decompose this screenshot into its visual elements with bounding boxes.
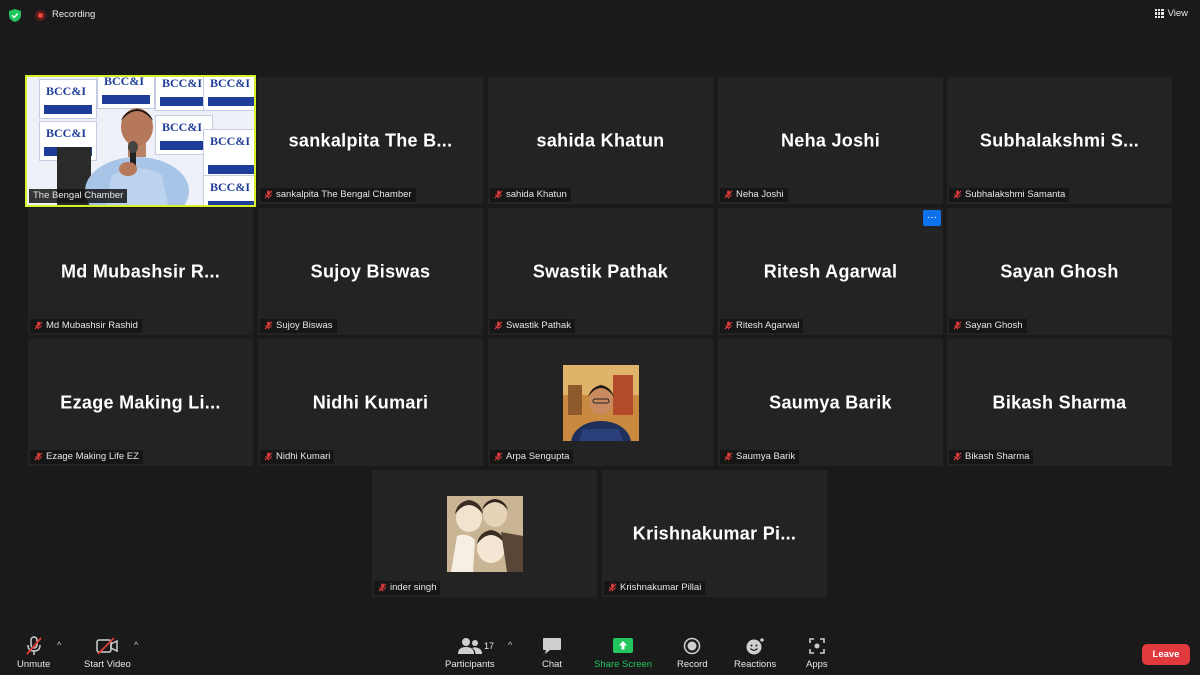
muted-mic-icon bbox=[494, 321, 503, 330]
share-screen-label: Share Screen bbox=[594, 659, 653, 670]
record-icon bbox=[684, 637, 701, 655]
participant-display-name: sankalpita The B... bbox=[288, 130, 453, 150]
record-label: Record bbox=[677, 659, 708, 670]
muted-mic-icon bbox=[34, 321, 43, 330]
reactions-button[interactable]: Reactions bbox=[734, 636, 776, 670]
participant-display-name: Subhalakshmi S... bbox=[979, 130, 1140, 150]
participant-display-name: Krishnakumar Pi... bbox=[632, 523, 797, 543]
meeting-toolbar: Unmute ^ Start Video ^ Participants 17 ^ bbox=[0, 630, 1200, 675]
muted-mic-icon bbox=[953, 321, 962, 330]
participant-tile[interactable]: Swastik Pathak Swastik Pathak bbox=[488, 208, 713, 335]
muted-mic-icon bbox=[378, 583, 387, 592]
chat-icon bbox=[543, 638, 562, 654]
reactions-label: Reactions bbox=[734, 659, 777, 670]
gallery-view: BCC&I BCC&I BCC&I BCC&I BCC&I BCC&I BCC&… bbox=[0, 0, 1200, 620]
share-screen-button[interactable]: Share Screen bbox=[594, 636, 652, 670]
video-off-icon bbox=[96, 637, 119, 655]
participant-display-name: Sayan Ghosh bbox=[1000, 261, 1119, 281]
participant-name-label: Md Mubashsir Rashid bbox=[30, 319, 142, 333]
muted-mic-icon bbox=[34, 452, 43, 461]
participant-display-name: Nidhi Kumari bbox=[312, 392, 429, 412]
participant-tile[interactable]: Md Mubashsir R... Md Mubashsir Rashid bbox=[28, 208, 253, 335]
participant-name-label: Ritesh Agarwal bbox=[720, 319, 804, 333]
muted-mic-icon bbox=[264, 452, 273, 461]
participant-tile[interactable]: inder singh bbox=[372, 470, 597, 597]
participant-name-label: sahida Khatun bbox=[490, 188, 571, 202]
participants-icon bbox=[457, 638, 482, 654]
muted-mic-icon bbox=[608, 583, 617, 592]
profile-photo bbox=[562, 364, 639, 441]
participant-name-label: Bikash Sharma bbox=[949, 450, 1034, 464]
participant-name-label: sankalpita The Bengal Chamber bbox=[260, 188, 416, 202]
participant-tile[interactable]: Ezage Making Li... Ezage Making Life EZ bbox=[28, 339, 253, 466]
participants-options-chevron-icon[interactable]: ^ bbox=[508, 640, 512, 650]
chat-button[interactable]: Chat bbox=[542, 636, 562, 670]
participant-tile[interactable]: sahida Khatun sahida Khatun bbox=[488, 77, 713, 204]
unmute-label: Unmute bbox=[17, 659, 51, 670]
participant-tile[interactable]: Nidhi Kumari Nidhi Kumari bbox=[258, 339, 483, 466]
muted-mic-icon bbox=[724, 190, 733, 199]
participant-name-label: Saumya Barik bbox=[720, 450, 800, 464]
participants-label: Participants bbox=[445, 659, 495, 670]
record-button[interactable]: Record bbox=[677, 636, 708, 670]
leave-button[interactable]: Leave bbox=[1142, 644, 1190, 665]
participant-tile[interactable]: Sayan Ghosh Sayan Ghosh bbox=[947, 208, 1172, 335]
participant-tile-speaker[interactable]: BCC&I BCC&I BCC&I BCC&I BCC&I BCC&I BCC&… bbox=[25, 75, 256, 207]
participant-tile[interactable]: Neha Joshi Neha Joshi bbox=[718, 77, 943, 204]
participant-name-label: Nidhi Kumari bbox=[260, 450, 335, 464]
participant-tile[interactable]: Arpa Sengupta bbox=[488, 339, 713, 466]
participant-count: 17 bbox=[484, 641, 495, 651]
participant-display-name: Neha Joshi bbox=[780, 130, 881, 150]
start-video-label: Start Video bbox=[84, 659, 131, 670]
participant-tile[interactable]: ··· Ritesh Agarwal Ritesh Agarwal bbox=[718, 208, 943, 335]
participant-display-name: Swastik Pathak bbox=[532, 261, 669, 281]
muted-mic-icon bbox=[494, 452, 503, 461]
participant-name-label: Arpa Sengupta bbox=[490, 450, 574, 464]
participant-tile[interactable]: Krishnakumar Pi... Krishnakumar Pillai bbox=[602, 470, 827, 597]
participant-display-name: Sujoy Biswas bbox=[310, 261, 431, 281]
participant-tile[interactable]: Saumya Barik Saumya Barik bbox=[718, 339, 943, 466]
start-video-button[interactable]: Start Video bbox=[84, 636, 131, 670]
muted-mic-icon bbox=[953, 452, 962, 461]
speaker-video: BCC&I BCC&I BCC&I BCC&I BCC&I BCC&I BCC&… bbox=[27, 77, 254, 205]
participant-display-name: Bikash Sharma bbox=[992, 392, 1127, 412]
participant-tile[interactable]: Subhalakshmi S... Subhalakshmi Samanta bbox=[947, 77, 1172, 204]
share-screen-icon bbox=[613, 638, 634, 653]
participant-name-label: Neha Joshi bbox=[720, 188, 788, 202]
audio-options-chevron-icon[interactable]: ^ bbox=[57, 640, 61, 650]
chat-label: Chat bbox=[542, 659, 563, 670]
muted-mic-icon bbox=[953, 190, 962, 199]
participant-display-name: Md Mubashsir R... bbox=[60, 261, 221, 281]
more-options-button[interactable]: ··· bbox=[923, 210, 941, 226]
profile-photo bbox=[446, 495, 523, 572]
muted-mic-icon bbox=[264, 190, 273, 199]
participant-display-name: Saumya Barik bbox=[769, 392, 892, 412]
participant-name-label: Swastik Pathak bbox=[490, 319, 575, 333]
participant-display-name: Ezage Making Li... bbox=[60, 392, 221, 412]
video-options-chevron-icon[interactable]: ^ bbox=[134, 640, 138, 650]
muted-mic-icon bbox=[724, 321, 733, 330]
muted-mic-icon bbox=[264, 321, 273, 330]
unmute-button[interactable]: Unmute bbox=[17, 636, 50, 670]
muted-microphone-icon bbox=[25, 636, 42, 655]
participant-name-label: Sujoy Biswas bbox=[260, 319, 337, 333]
participant-name-label: Ezage Making Life EZ bbox=[30, 450, 143, 464]
participant-display-name: sahida Khatun bbox=[536, 130, 665, 150]
participant-tile[interactable]: sankalpita The B... sankalpita The Benga… bbox=[258, 77, 483, 204]
participant-name-label: Sayan Ghosh bbox=[949, 319, 1027, 333]
apps-button[interactable]: Apps bbox=[806, 636, 828, 670]
participant-name-label: Subhalakshmi Samanta bbox=[949, 188, 1070, 202]
muted-mic-icon bbox=[724, 452, 733, 461]
participant-display-name: Ritesh Agarwal bbox=[763, 261, 898, 281]
participant-name-label: inder singh bbox=[374, 581, 441, 595]
apps-icon bbox=[809, 638, 825, 654]
participant-name-label: The Bengal Chamber bbox=[29, 189, 128, 203]
apps-label: Apps bbox=[806, 659, 828, 670]
participant-tile[interactable]: Sujoy Biswas Sujoy Biswas bbox=[258, 208, 483, 335]
participant-tile[interactable]: Bikash Sharma Bikash Sharma bbox=[947, 339, 1172, 466]
participant-name-label: Krishnakumar Pillai bbox=[604, 581, 706, 595]
muted-mic-icon bbox=[494, 190, 503, 199]
reactions-icon bbox=[746, 638, 765, 655]
